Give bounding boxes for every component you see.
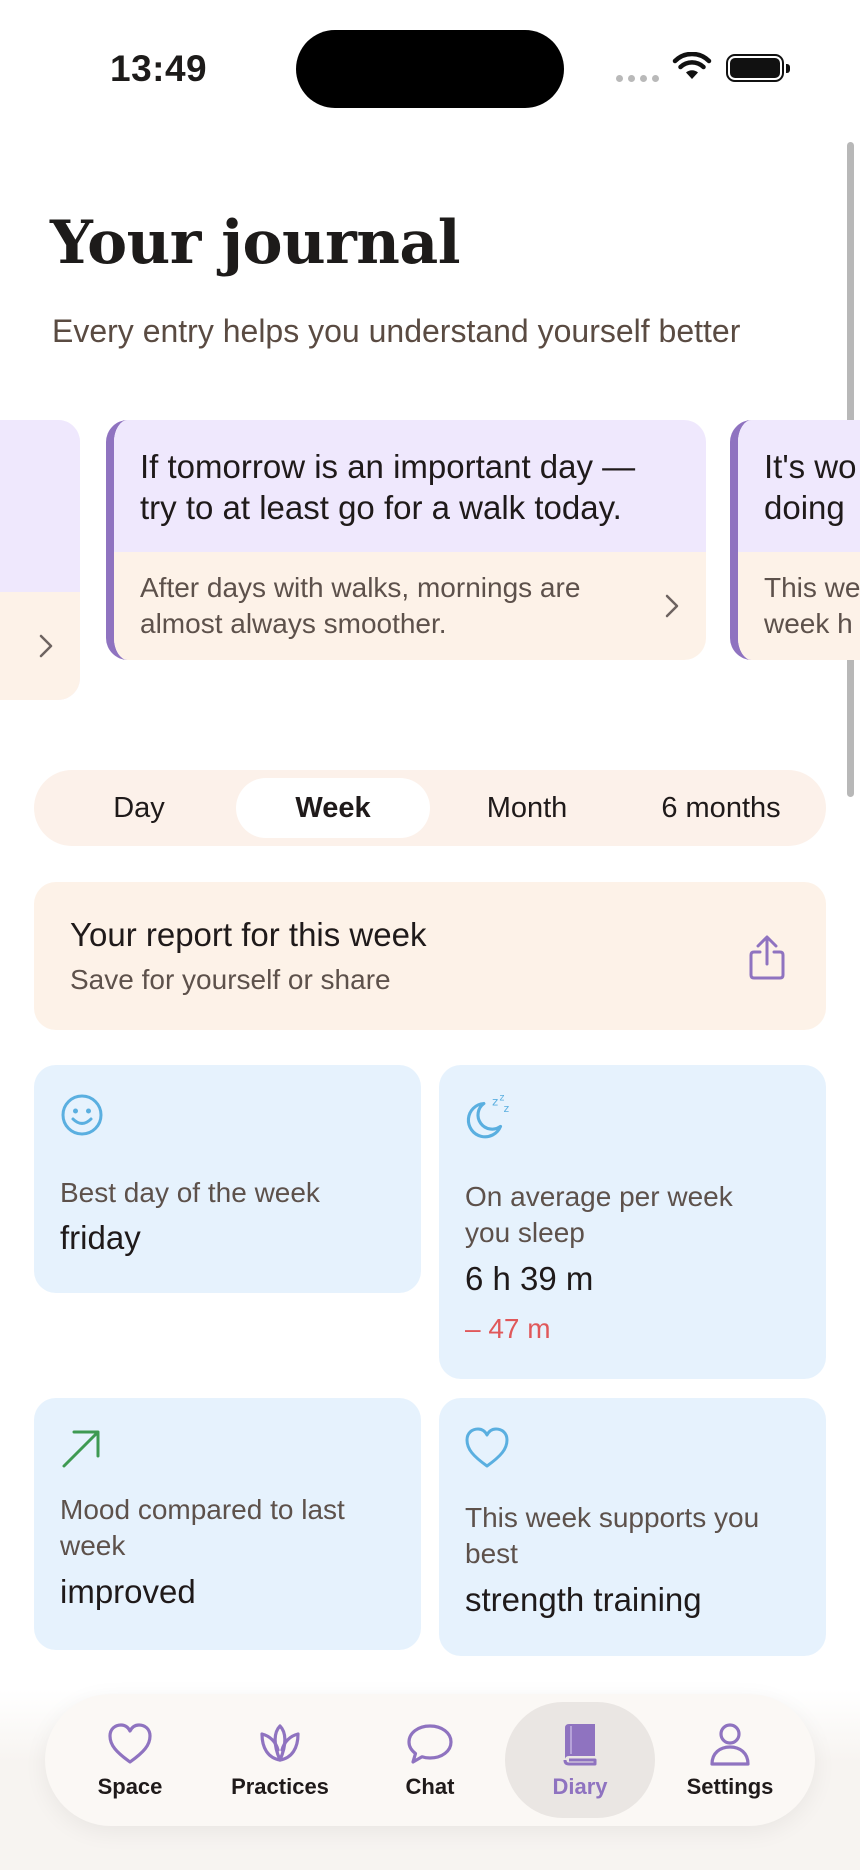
status-bar: 13:49 <box>0 0 860 130</box>
report-subtitle: Save for yourself or share <box>70 964 391 995</box>
dynamic-island <box>296 30 564 108</box>
chat-bubble-icon <box>407 1724 453 1764</box>
insight-card[interactable]: If tomorrow is an important day — try to… <box>106 420 706 660</box>
chevron-right-icon <box>665 594 679 618</box>
svg-text:z: z <box>504 1103 510 1115</box>
stat-value: strength training <box>465 1581 702 1618</box>
wifi-icon <box>672 52 712 79</box>
nav-item-settings[interactable]: Settings <box>655 1702 805 1818</box>
page-title: Your journal <box>50 208 461 278</box>
cellular-signal-icon <box>616 74 660 84</box>
battery-icon <box>726 54 790 82</box>
insight-text-line: doing <box>764 489 845 526</box>
tab-month[interactable]: Month <box>430 778 624 838</box>
svg-text:z: z <box>499 1092 504 1103</box>
page-subtitle: Every entry helps you understand yoursel… <box>52 313 741 349</box>
insight-card-next[interactable]: It's wo doing This we week h <box>730 420 860 660</box>
stat-card-best-day[interactable]: Best day of the week friday <box>34 1065 421 1293</box>
insight-text-line: It's wo <box>764 448 857 485</box>
person-icon <box>710 1723 750 1766</box>
stat-card-support[interactable]: This week supports you best strength tra… <box>439 1398 826 1656</box>
lotus-icon <box>260 1724 300 1762</box>
tab-week[interactable]: Week <box>236 778 430 838</box>
stat-value: friday <box>60 1219 141 1256</box>
stat-value: 6 h 39 m <box>465 1260 594 1297</box>
insight-note-line: This we <box>764 572 860 603</box>
report-title: Your report for this week <box>70 916 427 953</box>
stat-label: Best day of the week <box>60 1177 320 1208</box>
nav-label: Practices <box>231 1774 329 1799</box>
stat-card-sleep[interactable]: z z z On average per week you sleep 6 h … <box>439 1065 826 1379</box>
stat-label: Mood compared to last week <box>60 1494 345 1561</box>
insight-carousel[interactable]: s. If tomorrow is an important day — try… <box>0 420 860 710</box>
nav-label: Settings <box>686 1774 774 1799</box>
stat-delta: – 47 m <box>465 1313 551 1344</box>
heart-icon <box>108 1723 152 1764</box>
moon-sleep-icon: z z z <box>466 1092 510 1139</box>
stat-label: This week supports you best <box>465 1502 760 1569</box>
nav-item-diary[interactable]: Diary <box>505 1702 655 1818</box>
insight-note: After days with walks, mornings are almo… <box>140 572 581 639</box>
nav-label: Diary <box>552 1774 608 1799</box>
weekly-report-card[interactable]: Your report for this week Save for yours… <box>34 882 826 1030</box>
stat-label: On average per week you sleep <box>465 1181 733 1248</box>
nav-item-practices[interactable]: Practices <box>205 1702 355 1818</box>
tab-day[interactable]: Day <box>42 778 236 838</box>
smile-icon <box>61 1094 103 1136</box>
insight-text: If tomorrow is an important day — try to… <box>114 420 706 552</box>
share-icon[interactable] <box>746 934 788 982</box>
stat-card-mood[interactable]: Mood compared to last week improved <box>34 1398 421 1650</box>
status-time: 13:49 <box>110 48 208 89</box>
period-selector: Day Week Month 6 months <box>34 770 826 846</box>
nav-label: Chat <box>405 1774 455 1799</box>
chevron-right-icon <box>39 634 53 658</box>
bottom-navigation: Space Practices Chat Diary Settings <box>45 1694 815 1826</box>
nav-label: Space <box>97 1774 163 1799</box>
insight-note-line: week h <box>764 608 853 639</box>
heart-icon <box>465 1427 509 1468</box>
svg-text:z: z <box>492 1095 498 1109</box>
tab-6-months[interactable]: 6 months <box>624 778 818 838</box>
insight-card-previous[interactable]: s. <box>0 420 80 700</box>
nav-item-space[interactable]: Space <box>55 1702 205 1818</box>
book-icon <box>563 1724 597 1766</box>
nav-item-chat[interactable]: Chat <box>355 1702 505 1818</box>
arrow-up-right-icon <box>62 1430 100 1468</box>
stat-value: improved <box>60 1573 196 1610</box>
